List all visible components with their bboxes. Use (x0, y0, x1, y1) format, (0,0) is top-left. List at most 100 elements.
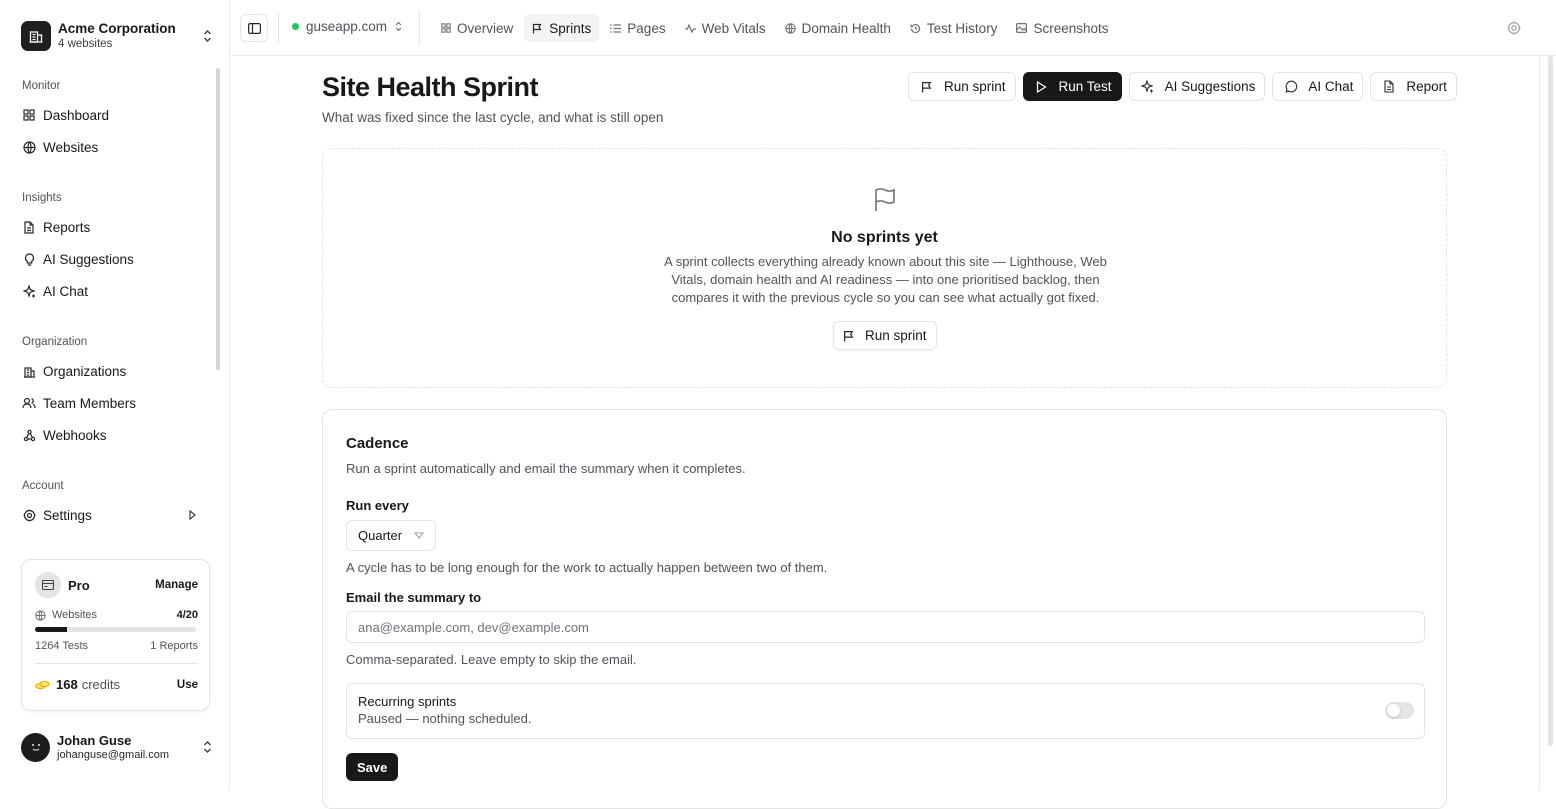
sidebar-item-team-members[interactable]: Team Members (22, 391, 208, 415)
site-selector[interactable]: guseapp.com (292, 19, 402, 34)
org-switcher[interactable]: Acme Corporation 4 websites (21, 17, 213, 55)
sidebar-item-websites[interactable]: Websites (22, 135, 208, 159)
user-email: johanguse@gmail.com (57, 748, 170, 761)
sidebar-item-label: AI Suggestions (43, 251, 134, 267)
tests-count: 1264 Tests (35, 640, 89, 652)
tab-sprints[interactable]: Sprints (524, 14, 600, 42)
section-label-account: Account (22, 480, 64, 492)
sidebar-item-settings[interactable]: Settings (22, 503, 208, 527)
button-label: Run Test (1058, 79, 1112, 94)
sidebar-item-reports[interactable]: Reports (22, 215, 208, 239)
recurring-toggle[interactable] (1385, 702, 1414, 719)
run-every-label: Run every (346, 498, 409, 513)
divider (1539, 56, 1540, 790)
tab-label: Pages (627, 20, 666, 36)
chevron-right-icon (189, 510, 196, 520)
recurring-status: Paused — nothing scheduled. (358, 711, 532, 726)
save-button[interactable]: Save (346, 753, 399, 781)
empty-state-card: No sprints yet A sprint collects everyth… (322, 148, 1447, 388)
button-label: Run sprint (865, 328, 927, 343)
sidebar-item-ai-suggestions[interactable]: AI Suggestions (22, 247, 208, 271)
run-every-select[interactable]: Quarter (346, 520, 436, 551)
user-name: Johan Guse (57, 732, 132, 748)
file-icon (22, 220, 36, 234)
divider (278, 12, 279, 44)
run-test-button[interactable]: Run Test (1022, 72, 1122, 101)
button-label: Run sprint (944, 79, 1006, 94)
user-menu[interactable]: Johan Guse johanguse@gmail.com (21, 731, 213, 763)
recurring-title: Recurring sprints (358, 694, 457, 709)
websites-usage-value: 4/20 (176, 609, 198, 621)
plan-name: Pro (68, 577, 90, 593)
divider (35, 663, 198, 664)
page-scrollbar[interactable] (1548, 56, 1553, 746)
lightbulb-icon (22, 252, 36, 266)
sparkles-icon (22, 284, 36, 298)
globe-icon (784, 22, 796, 34)
run-sprint-button[interactable]: Run sprint (833, 321, 937, 350)
settings-gear-icon[interactable] (1507, 21, 1521, 35)
empty-state-title: No sprints yet (831, 229, 938, 246)
sparkles-icon (1141, 80, 1155, 94)
cadence-description: Run a sprint automatically and email the… (346, 461, 746, 476)
tab-label: Screenshots (1033, 20, 1109, 36)
button-label: AI Chat (1308, 79, 1354, 94)
tab-overview[interactable]: Overview (432, 14, 521, 42)
toggle-knob (1387, 704, 1400, 717)
use-credits-button[interactable]: Use (177, 679, 198, 691)
credit-card-icon (35, 572, 61, 598)
tab-web-vitals[interactable]: Web Vitals (677, 14, 774, 42)
report-button[interactable]: Report (1370, 72, 1457, 101)
sidebar-item-label: Webhooks (43, 427, 107, 443)
sidebar-item-organizations[interactable]: Organizations (22, 359, 208, 383)
sidebar-item-label: Reports (43, 219, 91, 235)
tab-screenshots[interactable]: Screenshots (1008, 14, 1116, 42)
sidebar-item-label: Settings (43, 507, 92, 523)
sidebar-item-label: Team Members (43, 395, 137, 411)
tab-pages[interactable]: Pages (602, 14, 673, 42)
sidebar-nav[interactable]: Monitor Dashboard Websites Insights Repo… (0, 68, 222, 548)
image-icon (1016, 23, 1028, 34)
tab-domain-health[interactable]: Domain Health (777, 14, 899, 42)
credits-label: credits (81, 677, 120, 692)
globe-icon (22, 140, 36, 154)
sidebar-item-label: AI Chat (43, 283, 89, 299)
manage-plan-button[interactable]: Manage (155, 579, 198, 591)
history-icon (910, 23, 921, 34)
email-summary-input[interactable] (346, 611, 1425, 643)
reports-count: 1 Reports (150, 640, 198, 652)
chat-bubble-icon (1284, 80, 1298, 94)
plan-card: Pro Manage Websites 4/20 1264 Tests 1 Re… (21, 559, 210, 711)
building-icon (21, 21, 51, 51)
divider (419, 12, 420, 44)
ai-chat-button[interactable]: AI Chat (1272, 72, 1364, 101)
sidebar-toggle-button[interactable] (240, 14, 268, 42)
flag-icon (920, 80, 934, 94)
sidebar-item-ai-chat[interactable]: AI Chat (22, 279, 208, 303)
recurring-sprints-row: Recurring sprints Paused — nothing sched… (346, 683, 1425, 739)
sidebar-item-dashboard[interactable]: Dashboard (22, 103, 208, 127)
page-subtitle: What was fixed since the last cycle, and… (322, 110, 664, 125)
sidebar-scrollbar[interactable] (216, 68, 220, 370)
websites-usage-bar (35, 627, 196, 632)
run-sprint-button[interactable]: Run sprint (908, 72, 1016, 101)
tab-test-history[interactable]: Test History (902, 14, 1006, 42)
ai-suggestions-button[interactable]: AI Suggestions (1128, 72, 1266, 101)
chevrons-up-down-icon (201, 739, 213, 755)
webhook-icon (22, 428, 36, 442)
button-label: AI Suggestions (1164, 79, 1256, 94)
section-label-organization: Organization (22, 336, 88, 348)
empty-state-description: A sprint collects everything already kno… (664, 254, 1107, 305)
grid-icon (440, 23, 451, 34)
websites-usage-label: Websites (52, 609, 98, 621)
sidebar-item-webhooks[interactable]: Webhooks (22, 423, 208, 447)
email-label: Email the summary to (346, 590, 482, 605)
users-icon (22, 396, 36, 410)
tab-label: Sprints (549, 20, 592, 36)
org-name: Acme Corporation (58, 21, 176, 36)
cadence-title: Cadence (346, 435, 409, 452)
sidebar-item-label: Dashboard (43, 107, 110, 123)
flag-icon (872, 187, 898, 213)
pulse-icon (684, 23, 696, 34)
flag-icon (532, 23, 543, 34)
